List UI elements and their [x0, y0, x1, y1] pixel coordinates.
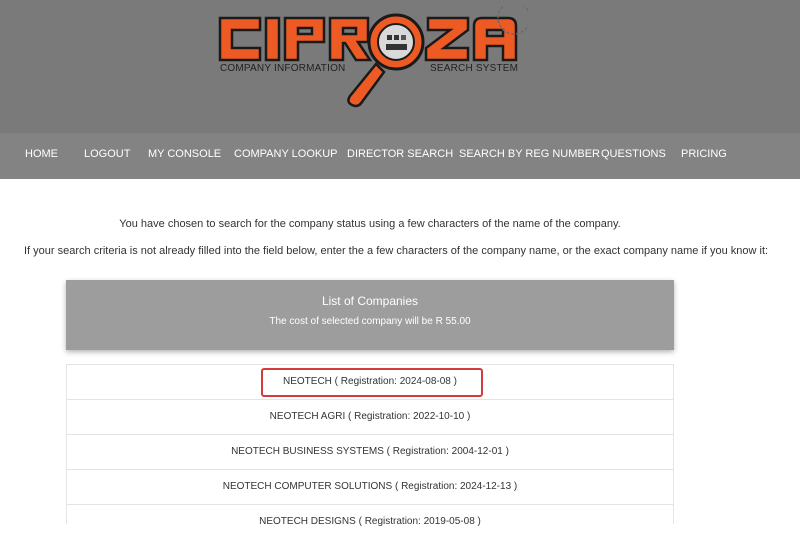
panel-cost: The cost of selected company will be R 5…	[269, 316, 471, 327]
logo-subtitle-right: SEARCH SYSTEM	[430, 63, 519, 74]
intro-text: You have chosen to search for the compan…	[119, 218, 621, 230]
instructions-text: If your search criteria is not already f…	[24, 245, 769, 257]
company-row[interactable]: NEOTECH AGRI ( Registration: 2022-10-10 …	[67, 399, 673, 434]
companies-panel-header: List of Companies The cost of selected c…	[66, 280, 674, 350]
company-row[interactable]: NEOTECH BUSINESS SYSTEMS ( Registration:…	[67, 434, 673, 469]
nav-pricing[interactable]: PRICING	[681, 148, 727, 160]
panel-title: List of Companies	[321, 294, 419, 308]
company-list: NEOTECH ( Registration: 2024-08-08 ) NEO…	[66, 364, 674, 527]
nav-director-search[interactable]: DIRECTOR SEARCH	[347, 148, 453, 160]
nav-home[interactable]: HOME	[25, 148, 58, 160]
main-content: You have chosen to search for the compan…	[0, 179, 800, 527]
nav-search-by-reg-number[interactable]: SEARCH BY REG NUMBER	[459, 148, 600, 160]
nav-logout[interactable]: LOGOUT	[84, 148, 130, 160]
company-row[interactable]: NEOTECH COMPUTER SOLUTIONS ( Registratio…	[67, 469, 673, 504]
nav-company-lookup[interactable]: COMPANY LOOKUP	[234, 148, 338, 160]
main-nav: HOME LOGOUT MY CONSOLE COMPANY LOOKUP DI…	[0, 133, 800, 179]
company-row[interactable]: NEOTECH DESIGNS ( Registration: 2019-05-…	[67, 504, 673, 539]
ciproza-logo[interactable]: COMPANY INFORMATION SEARCH SYSTEM	[216, 6, 528, 128]
nav-questions[interactable]: QUESTIONS	[601, 148, 666, 160]
logo-subtitle-left: COMPANY INFORMATION	[220, 63, 346, 74]
nav-my-console[interactable]: MY CONSOLE	[148, 148, 221, 160]
site-header: COMPANY INFORMATION SEARCH SYSTEM	[0, 0, 800, 133]
company-row[interactable]: NEOTECH ( Registration: 2024-08-08 )	[67, 364, 673, 399]
